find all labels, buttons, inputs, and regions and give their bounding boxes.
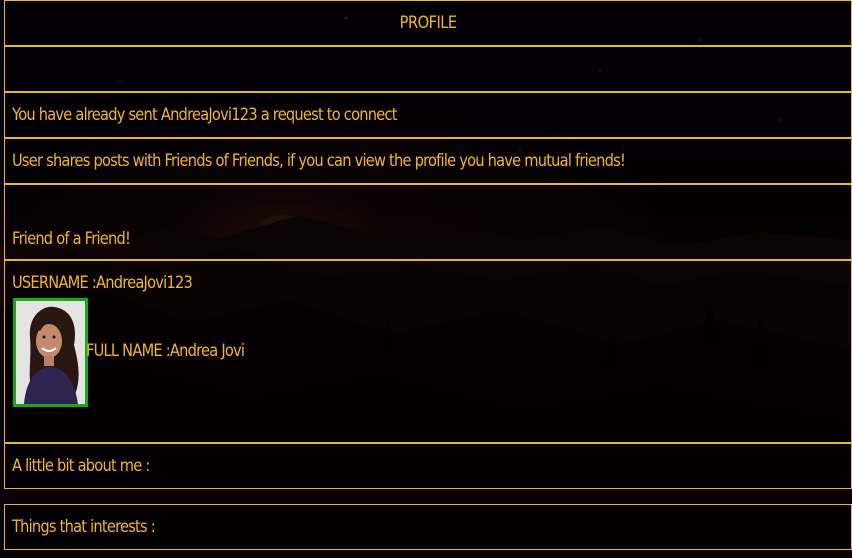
interests-label: Things that interests : xyxy=(12,517,156,537)
page-title: PROFILE xyxy=(399,13,457,33)
about-row: A little bit about me : xyxy=(4,443,852,489)
fullname-value: Andrea Jovi xyxy=(169,341,245,361)
fullname-line: FULL NAME :Andrea Jovi xyxy=(86,339,270,364)
request-status-text: You have already sent AndreaJovi123 a re… xyxy=(12,105,397,125)
fullname-label: FULL NAME : xyxy=(86,341,171,361)
username-label: USERNAME : xyxy=(12,273,97,293)
privacy-notice-row: User shares posts with Friends of Friend… xyxy=(4,138,852,184)
username-value: AndreaJovi123 xyxy=(96,273,193,293)
user-info-row: USERNAME :AndreaJovi123 FULL NAME:Andre… xyxy=(4,260,852,443)
interests-row: Things that interests : xyxy=(4,504,852,550)
about-label: A little bit about me : xyxy=(12,456,150,476)
user-photo-icon xyxy=(16,301,85,404)
relationship-text: Friend of a Friend! xyxy=(12,229,131,249)
empty-row xyxy=(4,46,852,92)
profile-avatar[interactable] xyxy=(13,298,88,407)
username-line: USERNAME :AndreaJovi123 xyxy=(12,271,221,296)
relationship-row: Friend of a Friend! xyxy=(4,184,852,260)
profile-panel: PROFILE You have already sent AndreaJovi… xyxy=(0,0,852,558)
privacy-notice-text: User shares posts with Friends of Friend… xyxy=(12,151,626,171)
profile-header: PROFILE xyxy=(4,0,852,46)
request-status-row: You have already sent AndreaJovi123 a re… xyxy=(4,92,852,138)
